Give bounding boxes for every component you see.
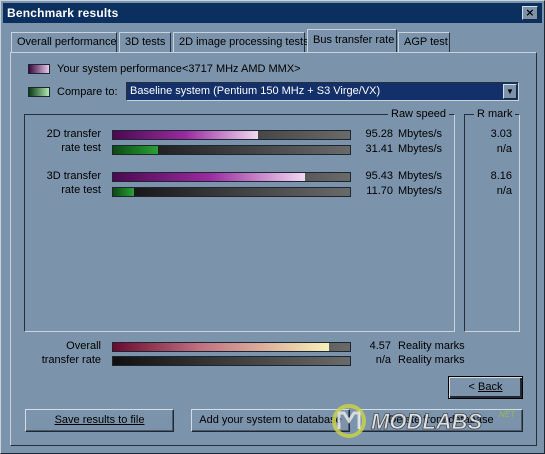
compare-to-label: Compare to: xyxy=(57,86,118,98)
row-3d-your-bar xyxy=(112,172,351,182)
overall-baseline-value: n/a xyxy=(375,354,391,366)
row-2d-your-value: 95.28 xyxy=(365,128,393,140)
row-2d-baseline-value: 31.41 xyxy=(365,143,393,155)
tab-3d-tests[interactable]: 3D tests xyxy=(119,32,171,52)
your-system-color-swatch xyxy=(28,64,50,74)
row-2d-your-bar xyxy=(112,130,351,140)
back-button[interactable]: < Back xyxy=(448,376,523,399)
row-2d-label-line2: rate test xyxy=(61,142,101,154)
your-system-label: Your system performance xyxy=(57,63,182,75)
raw-speed-header: Raw speed xyxy=(388,108,450,120)
row-2d-baseline-rmark: n/a xyxy=(496,143,512,155)
compare-color-swatch xyxy=(28,87,50,97)
save-results-button[interactable]: Save results to file xyxy=(25,409,174,432)
row-2d-baseline-unit: Mbytes/s xyxy=(398,143,443,155)
row-2d-your-fill xyxy=(113,131,258,139)
row-2d-baseline-bar xyxy=(112,145,351,155)
compare-system-select[interactable]: Baseline system (Pentium 150 MHz + S3 Vi… xyxy=(126,82,519,101)
row-2d-your-rmark: 3.03 xyxy=(490,128,512,140)
tab-bus-transfer-rate[interactable]: Bus transfer rate xyxy=(307,29,397,52)
window-title: Benchmark results xyxy=(7,6,119,20)
overall-your-unit: Reality marks xyxy=(398,340,465,352)
overall-baseline-unit: Reality marks xyxy=(398,354,465,366)
overall-your-bar xyxy=(112,342,351,352)
overall-your-fill xyxy=(113,343,329,351)
delete-from-database-button[interactable]: Delete from database xyxy=(359,409,523,432)
your-system-value: <3717 MHz AMD MMX> xyxy=(182,63,301,75)
row-3d-label-line1: 3D transfer xyxy=(46,170,101,182)
row-3d-your-rmark: 8.16 xyxy=(490,170,512,182)
row-3d-baseline-fill xyxy=(113,188,135,196)
overall-your-value: 4.57 xyxy=(369,340,391,352)
back-button-label: Back xyxy=(478,381,503,393)
row-2d-baseline-fill xyxy=(113,146,159,154)
add-system-button[interactable]: Add your system to database xyxy=(191,409,350,432)
row-3d-your-fill xyxy=(113,173,305,181)
chevron-down-icon[interactable]: ▼ xyxy=(503,84,517,99)
overall-baseline-bar xyxy=(112,356,351,366)
row-3d-your-value: 95.43 xyxy=(365,170,393,182)
save-results-label: Save results to file xyxy=(54,414,145,426)
close-icon[interactable]: × xyxy=(522,6,538,20)
row-3d-baseline-unit: Mbytes/s xyxy=(398,185,443,197)
title-bar: Benchmark results × xyxy=(3,3,542,23)
row-2d-label-line1: 2D transfer xyxy=(46,128,101,140)
row-3d-baseline-value: 11.70 xyxy=(366,185,393,197)
row-3d-baseline-rmark: n/a xyxy=(496,185,512,197)
row-3d-your-unit: Mbytes/s xyxy=(398,170,443,182)
overall-label-line1: Overall xyxy=(66,340,101,352)
row-3d-baseline-bar xyxy=(112,187,351,197)
row-3d-label-line2: rate test xyxy=(61,184,101,196)
tab-agp-test[interactable]: AGP test xyxy=(398,32,450,52)
row-2d-your-unit: Mbytes/s xyxy=(398,128,443,140)
benchmark-results-window: Benchmark results × Overall performance … xyxy=(0,0,545,454)
add-system-label: Add your system to database xyxy=(199,414,342,426)
r-mark-header: R mark xyxy=(474,108,516,120)
overall-label-line2: transfer rate xyxy=(41,354,101,366)
delete-from-database-label: Delete from database xyxy=(388,414,494,426)
tab-overall-performance[interactable]: Overall performance xyxy=(11,32,117,52)
tab-2d-image-processing-tests[interactable]: 2D image processing tests xyxy=(173,32,309,52)
compare-system-value: Baseline system (Pentium 150 MHz + S3 Vi… xyxy=(130,85,381,97)
